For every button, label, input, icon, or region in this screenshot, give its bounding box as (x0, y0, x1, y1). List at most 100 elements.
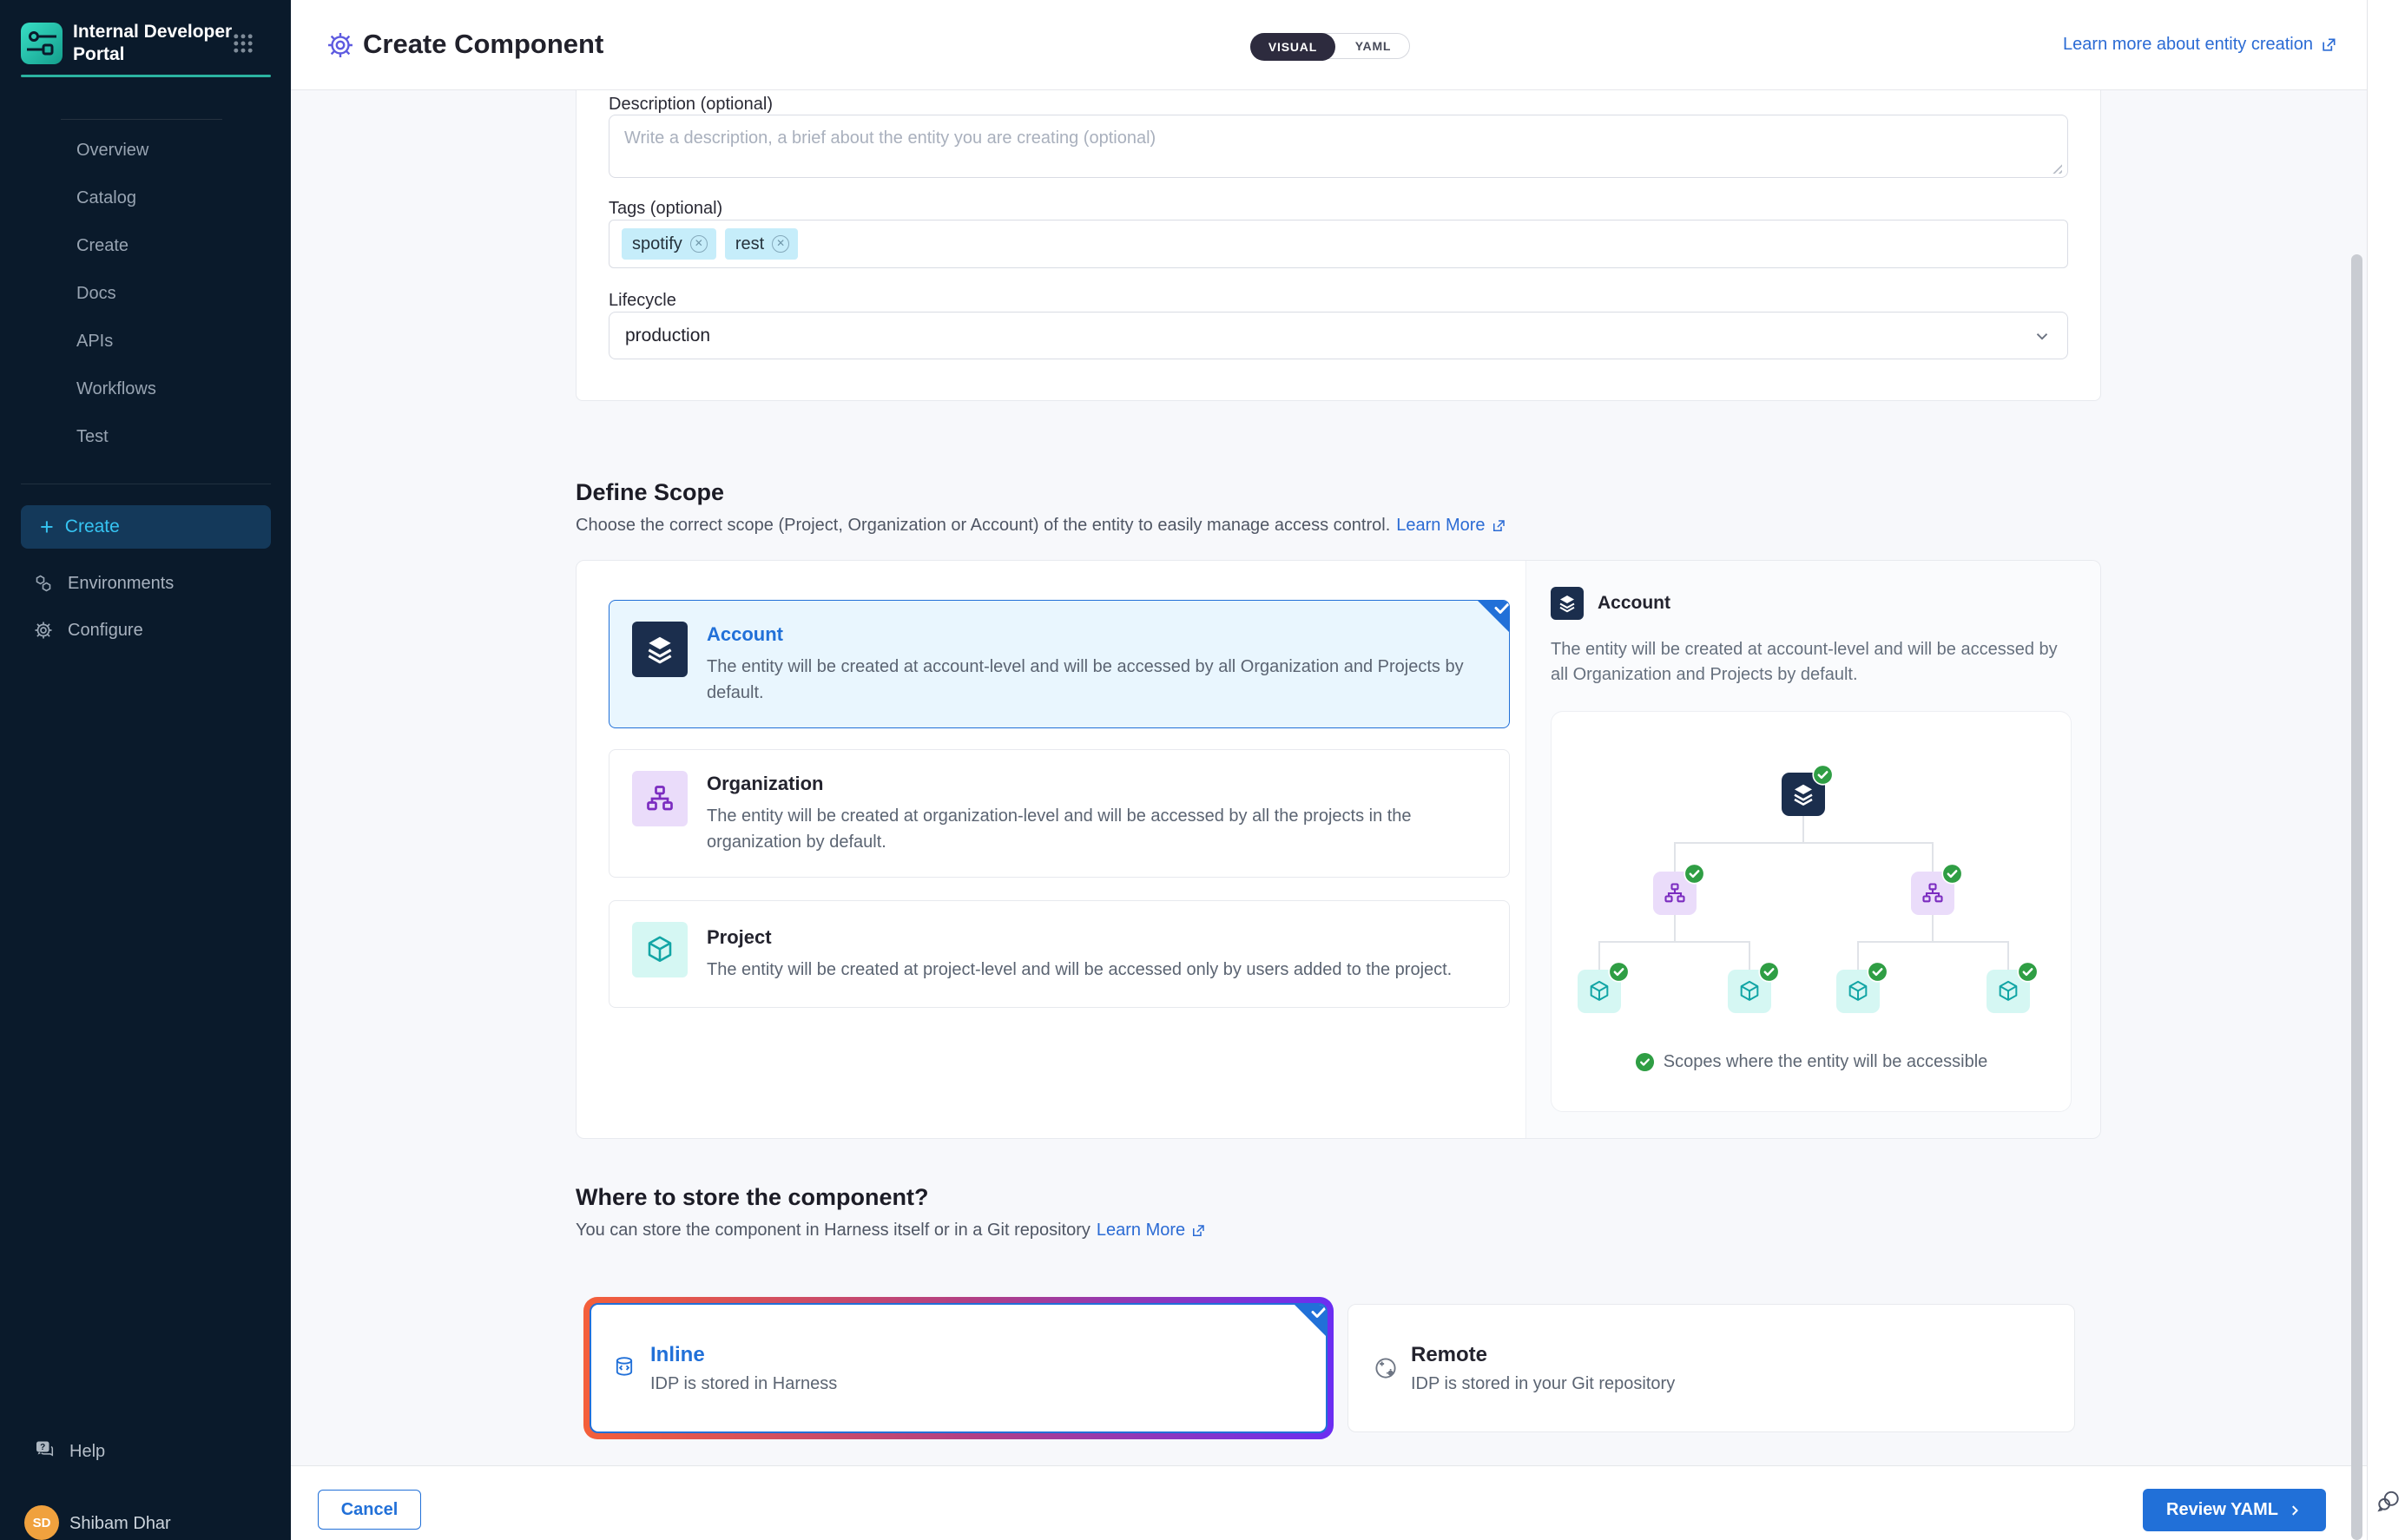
sidebar-item-overview[interactable]: Overview (76, 139, 148, 161)
scope-subtitle-text: Choose the correct scope (Project, Organ… (576, 516, 1390, 536)
sidebar-item-workflows[interactable]: Workflows (76, 378, 156, 400)
sidebar-item-create[interactable]: Create (76, 234, 128, 257)
organization-chart-icon (632, 771, 688, 826)
scope-project-description: The entity will be created at project-le… (707, 957, 1452, 983)
check-badge-icon (1941, 863, 1963, 885)
description-label: Description (optional) (609, 95, 773, 115)
tag-chip: rest ✕ (725, 228, 798, 260)
sidebar-item-configure[interactable]: Configure (21, 611, 271, 649)
description-textarea[interactable] (609, 115, 2068, 178)
nav-top-divider (61, 119, 222, 120)
scope-organization-description: The entity will be created at organizati… (707, 803, 1486, 855)
user-name[interactable]: Shibam Dhar (69, 1514, 171, 1534)
idp-logo-icon[interactable] (21, 23, 63, 64)
tree-connector (1599, 941, 1749, 943)
tree-connector (1675, 842, 1933, 844)
tree-connector (1857, 941, 1859, 970)
scope-learn-more-label: Learn More (1396, 516, 1485, 536)
page-header: Create Component VISUAL YAML Learn more … (291, 0, 2367, 90)
scope-option-project[interactable]: Project The entity will be created at pr… (609, 900, 1510, 1008)
scope-learn-more-link[interactable]: Learn More (1396, 516, 1506, 536)
sidebar: Internal Developer Portal Overview Catal… (0, 0, 291, 1540)
remove-tag-icon[interactable]: ✕ (690, 235, 708, 253)
inline-title: Inline (650, 1343, 837, 1367)
check-badge-icon (1867, 961, 1888, 983)
review-yaml-label: Review YAML (2166, 1500, 2278, 1520)
account-layers-icon (1551, 587, 1584, 620)
store-option-inline[interactable]: Inline IDP is stored in Harness (590, 1303, 1328, 1433)
review-yaml-button[interactable]: Review YAML (2143, 1489, 2326, 1531)
selected-check-corner (1292, 1304, 1327, 1339)
sidebar-configure-label: Configure (68, 621, 143, 641)
gear-icon (33, 620, 54, 641)
tree-connector (1674, 915, 1676, 941)
inline-option-highlight-ring: Inline IDP is stored in Harness (583, 1297, 1334, 1439)
scope-detail-panel: Account The entity will be created at ac… (1525, 561, 2100, 1138)
chat-support-icon[interactable] (2375, 1488, 2402, 1514)
plus-icon: + (40, 516, 54, 539)
user-avatar[interactable]: SD (24, 1505, 59, 1540)
inline-database-icon (612, 1355, 638, 1381)
create-component-page: Internal Developer Portal Overview Catal… (0, 0, 2405, 1540)
tree-connector (2007, 941, 2009, 970)
cancel-button[interactable]: Cancel (318, 1490, 421, 1530)
tree-node-project (1728, 970, 1771, 1013)
lifecycle-select[interactable]: production (609, 312, 2068, 359)
sidebar-item-catalog[interactable]: Catalog (76, 187, 136, 209)
brand-divider (21, 75, 271, 77)
tree-node-account (1782, 773, 1825, 816)
avatar-initials: SD (33, 1516, 51, 1530)
remote-title: Remote (1411, 1343, 1675, 1367)
learn-more-entity-creation-link[interactable]: Learn more about entity creation (2063, 35, 2337, 55)
tree-connector (1598, 941, 1600, 970)
action-bar: Cancel Review YAML (291, 1465, 2367, 1540)
store-learn-more-link[interactable]: Learn More (1097, 1221, 1206, 1241)
inline-description: IDP is stored in Harness (650, 1374, 837, 1394)
entity-details-card: Description (optional) Tags (optional) s… (576, 90, 2101, 401)
sidebar-item-docs[interactable]: Docs (76, 282, 116, 305)
visual-yaml-toggle[interactable]: VISUAL YAML (1250, 33, 1410, 59)
tab-visual[interactable]: VISUAL (1250, 33, 1335, 61)
remote-description: IDP is stored in your Git repository (1411, 1374, 1675, 1394)
define-scope-subtitle: Choose the correct scope (Project, Organ… (576, 516, 1506, 536)
scope-project-title: Project (707, 926, 1452, 949)
account-layers-icon (632, 622, 688, 677)
tree-node-organization (1911, 872, 1954, 915)
define-scope-heading: Define Scope (576, 479, 724, 506)
scope-option-organization[interactable]: Organization The entity will be created … (609, 749, 1510, 878)
sidebar-item-test[interactable]: Test (76, 425, 109, 448)
remove-tag-icon[interactable]: ✕ (772, 235, 789, 253)
tree-node-project (1836, 970, 1880, 1013)
scope-account-description: The entity will be created at account-le… (707, 654, 1486, 706)
sidebar-item-apis[interactable]: APIs (76, 330, 113, 352)
tags-label: Tags (optional) (609, 199, 722, 219)
tree-connector (1858, 941, 2008, 943)
store-learn-more-label: Learn More (1097, 1221, 1185, 1241)
external-link-icon (1491, 518, 1506, 534)
external-link-icon (1190, 1223, 1206, 1239)
check-badge-icon (2017, 961, 2039, 983)
tree-node-project (1987, 970, 2030, 1013)
sidebar-item-environments[interactable]: Environments (21, 564, 271, 602)
store-option-remote[interactable]: Remote IDP is stored in your Git reposit… (1347, 1304, 2075, 1432)
tab-yaml[interactable]: YAML (1336, 34, 1410, 58)
sidebar-item-help[interactable]: ? Help (33, 1438, 105, 1465)
lifecycle-value: production (625, 326, 2033, 346)
tree-connector (1749, 941, 1750, 970)
check-badge-icon (1608, 961, 1630, 983)
remote-git-icon (1373, 1355, 1399, 1381)
sidebar-item-create-active[interactable]: + Create (21, 505, 271, 549)
scope-option-account[interactable]: Account The entity will be created at ac… (609, 600, 1510, 728)
scope-organization-title: Organization (707, 773, 1486, 795)
learn-link-label: Learn more about entity creation (2063, 35, 2313, 55)
tree-connector (1932, 842, 1934, 872)
store-subtitle: You can store the component in Harness i… (576, 1221, 1206, 1241)
sidebar-help-label: Help (69, 1442, 105, 1462)
vertical-scrollbar[interactable] (2351, 254, 2362, 1540)
tree-caption: Scopes where the entity will be accessib… (1552, 1052, 2071, 1072)
tree-caption-label: Scopes where the entity will be accessib… (1664, 1052, 1988, 1072)
app-grid-icon[interactable] (231, 31, 255, 56)
tree-connector (1802, 816, 1804, 842)
lifecycle-label: Lifecycle (609, 291, 676, 311)
tags-input[interactable]: spotify ✕ rest ✕ (609, 220, 2068, 268)
